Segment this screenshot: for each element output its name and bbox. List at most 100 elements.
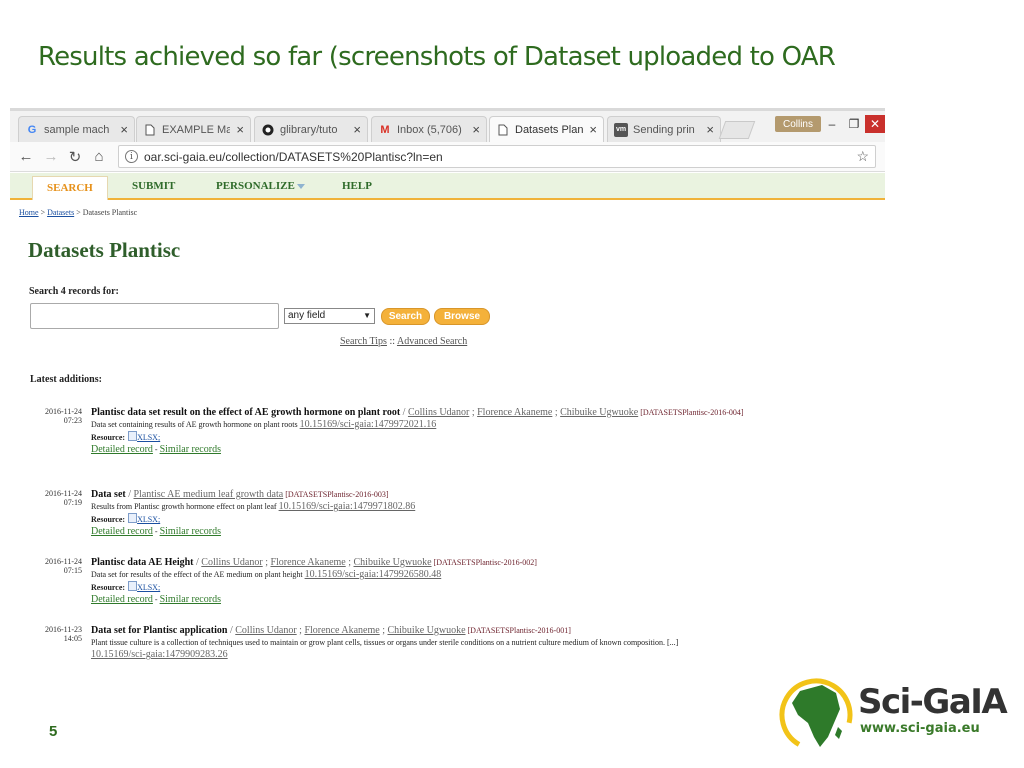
field-select[interactable]: any field ▼ <box>284 308 375 324</box>
nav-help[interactable]: HELP <box>342 180 372 192</box>
record-body: Data set / Plantisc AE medium leaf growt… <box>91 489 416 537</box>
breadcrumb-datasets[interactable]: Datasets <box>47 208 74 217</box>
document-icon <box>143 123 157 137</box>
breadcrumb-separator: > <box>40 208 46 217</box>
record-tag: [DATASETSPlantisc-2016-004] <box>640 408 744 417</box>
slide-number: 5 <box>49 723 58 740</box>
record-author[interactable]: Florence Akaneme <box>477 407 552 418</box>
record-date: 2016-11-24 07:15 <box>40 557 82 575</box>
record-tag: [DATASETSPlantisc-2016-002] <box>433 558 537 567</box>
google-icon: G <box>27 123 37 136</box>
tab-glibrary[interactable]: glibrary/tuto × <box>254 116 368 142</box>
search-tips-row: Search Tips :: Advanced Search <box>340 336 467 347</box>
advanced-search-link[interactable]: Advanced Search <box>397 336 467 347</box>
close-icon[interactable]: × <box>236 122 244 137</box>
minimize-icon[interactable]: – <box>820 115 844 133</box>
record-author[interactable]: Florence Akaneme <box>270 557 345 568</box>
breadcrumb-current: Datasets Plantisc <box>82 208 138 217</box>
record-date-time: 07:15 <box>63 566 82 575</box>
record-description: Data set containing results of AE growth… <box>91 420 298 429</box>
record-author[interactable]: Chibuike Ugwuoke <box>387 625 465 636</box>
record-title[interactable]: Data set for Plantisc application <box>91 625 227 636</box>
logo-name: Sci-GaIA <box>858 682 1008 722</box>
similar-records-link[interactable]: Similar records <box>160 444 221 455</box>
dropdown-arrow-icon: ▼ <box>363 311 371 320</box>
restore-icon[interactable]: ❐ <box>842 115 866 133</box>
nav-search[interactable]: SEARCH <box>32 176 108 200</box>
resource-label: Resource: <box>91 433 126 442</box>
similar-records-link[interactable]: Similar records <box>160 526 221 537</box>
close-icon[interactable]: × <box>472 122 480 137</box>
tab-inbox[interactable]: M Inbox (5,706) × <box>371 116 487 142</box>
search-tips-link[interactable]: Search Tips <box>340 336 387 347</box>
home-icon[interactable]: ⌂ <box>89 148 109 165</box>
record-doi[interactable]: 10.15169/sci-gaia:1479926580.48 <box>305 569 442 580</box>
record-author[interactable]: Collins Udanor <box>235 625 296 636</box>
record-tag: [DATASETSPlantisc-2016-003] <box>285 490 389 499</box>
search-input[interactable] <box>30 303 279 329</box>
detailed-record-link[interactable]: Detailed record <box>91 594 153 605</box>
url-input[interactable]: i oar.sci-gaia.eu/collection/DATASETS%20… <box>118 145 876 168</box>
resource-link[interactable]: XLSX; <box>137 583 160 592</box>
nav-submit[interactable]: SUBMIT <box>132 180 175 192</box>
resource-label: Resource: <box>91 515 126 524</box>
tab-sample[interactable]: G sample mach × <box>18 116 135 142</box>
detailed-record-link[interactable]: Detailed record <box>91 526 153 537</box>
record-date-day: 2016-11-24 <box>44 489 82 498</box>
tab-label: EXAMPLE Ma <box>162 123 231 136</box>
search-button[interactable]: Search <box>381 308 430 325</box>
slide-title: Results achieved so far (screenshots of … <box>38 42 836 72</box>
record-title[interactable]: Plantisc data AE Height <box>91 557 194 568</box>
record-author[interactable]: Chibuike Ugwuoke <box>354 557 432 568</box>
user-badge[interactable]: Collins <box>775 116 821 132</box>
record-doi[interactable]: 10.15169/sci-gaia:1479909283.26 <box>91 649 228 660</box>
record-author[interactable]: Collins Udanor <box>408 407 469 418</box>
address-bar: ← → ↻ ⌂ i oar.sci-gaia.eu/collection/DAT… <box>10 142 885 172</box>
breadcrumb-home[interactable]: Home <box>19 208 39 217</box>
record-author[interactable]: Plantisc AE medium leaf growth data <box>134 489 284 500</box>
record-author[interactable]: Florence Akaneme <box>304 625 379 636</box>
tab-label: sample mach <box>44 123 110 136</box>
resource-link[interactable]: XLSX; <box>137 433 160 442</box>
browser-tab-bar: G sample mach × EXAMPLE Ma × glibrary/tu… <box>10 108 885 142</box>
new-tab-button[interactable] <box>718 121 756 139</box>
forward-icon[interactable]: → <box>41 148 61 165</box>
nav-personalize[interactable]: PERSONALIZE <box>216 180 305 192</box>
tab-datasets[interactable]: Datasets Plan × <box>489 116 604 142</box>
tab-sending[interactable]: vm Sending prin × <box>607 116 721 142</box>
file-icon <box>128 513 138 523</box>
similar-records-link[interactable]: Similar records <box>160 594 221 605</box>
record-date-day: 2016-11-24 <box>44 557 82 566</box>
record-description: Data set for results of the effect of th… <box>91 570 303 579</box>
record-title[interactable]: Plantisc data set result on the effect o… <box>91 407 400 418</box>
close-icon[interactable]: × <box>589 122 597 137</box>
tab-example[interactable]: EXAMPLE Ma × <box>136 116 251 142</box>
resource-link[interactable]: XLSX; <box>137 515 160 524</box>
close-icon[interactable]: × <box>353 122 361 137</box>
site-nav: SEARCH SUBMIT PERSONALIZE HELP <box>10 173 885 200</box>
info-icon[interactable]: i <box>125 150 138 163</box>
bookmark-star-icon[interactable]: ☆ <box>856 148 869 165</box>
record-date-time: 14:05 <box>63 634 82 643</box>
record-date-time: 07:23 <box>63 416 82 425</box>
back-icon[interactable]: ← <box>16 148 36 165</box>
window-close-icon[interactable]: ✕ <box>865 115 885 133</box>
close-icon[interactable]: × <box>706 122 714 137</box>
record-description: Plant tissue culture is a collection of … <box>91 638 679 647</box>
record-title[interactable]: Data set <box>91 489 126 500</box>
browse-button[interactable]: Browse <box>434 308 490 325</box>
record-author[interactable]: Chibuike Ugwuoke <box>560 407 638 418</box>
close-icon[interactable]: × <box>120 122 128 137</box>
reload-icon[interactable]: ↻ <box>65 148 85 166</box>
record-author[interactable]: Collins Udanor <box>201 557 262 568</box>
browser-screenshot: G sample mach × EXAMPLE Ma × glibrary/tu… <box>10 108 885 670</box>
document-icon <box>496 123 510 137</box>
record-date-time: 07:19 <box>63 498 82 507</box>
record-doi[interactable]: 10.15169/sci-gaia:1479972021.16 <box>300 419 437 430</box>
detailed-record-link[interactable]: Detailed record <box>91 444 153 455</box>
latest-additions-label: Latest additions: <box>30 374 102 385</box>
vm-icon: vm <box>614 122 628 137</box>
record-doi[interactable]: 10.15169/sci-gaia:1479971802.86 <box>279 501 416 512</box>
record-body: Plantisc data set result on the effect o… <box>91 407 744 455</box>
record-date: 2016-11-24 07:23 <box>40 407 82 425</box>
